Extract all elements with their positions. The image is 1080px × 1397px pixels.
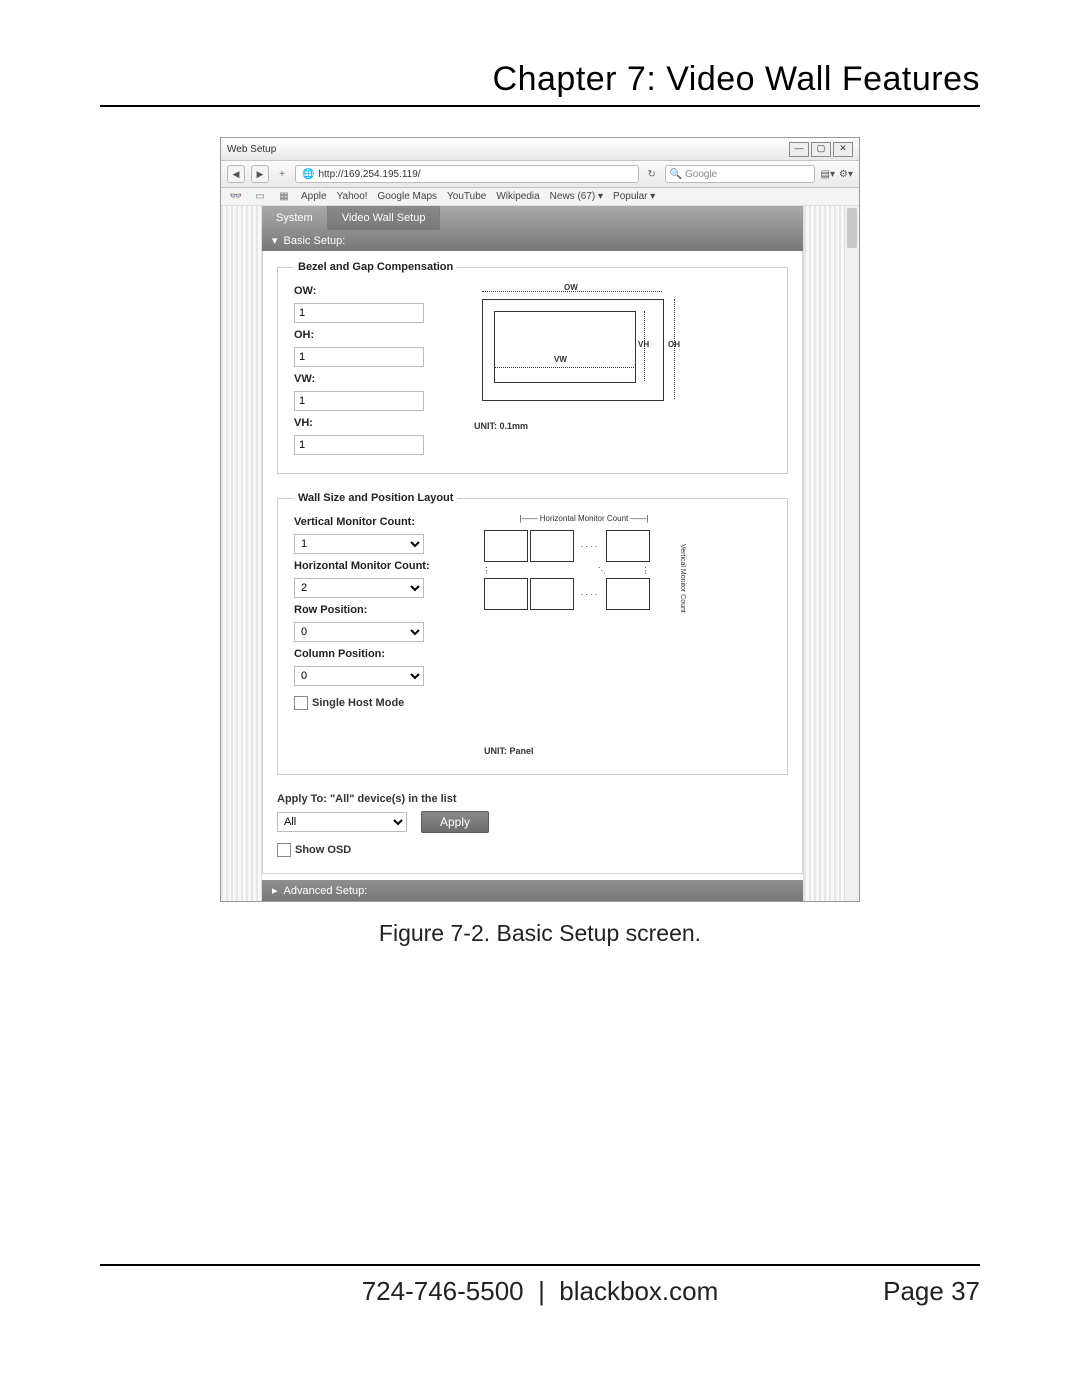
title-rule (100, 105, 980, 107)
bookmark-yahoo[interactable]: Yahoo! (337, 191, 368, 202)
bezel-legend: Bezel and Gap Compensation (294, 261, 457, 273)
back-button[interactable]: ◀ (227, 165, 245, 183)
ow-input[interactable] (294, 303, 424, 323)
d-hcount: Horizontal Monitor Count (540, 514, 628, 523)
bookmark-google-maps[interactable]: Google Maps (378, 191, 437, 202)
wall-diagram: |—— Horizontal Monitor Count ——| ···· ⋮ … (484, 516, 684, 646)
reload-button[interactable]: ↻ (645, 169, 659, 180)
new-tab-button[interactable]: + (275, 169, 289, 180)
bookmark-news[interactable]: News (67) ▾ (550, 191, 603, 202)
advanced-setup-header[interactable]: ▸ Advanced Setup: (262, 880, 803, 901)
vw-label: VW: (294, 373, 444, 385)
panel (530, 530, 574, 562)
dots: ···· (576, 578, 604, 610)
globe-icon: 🌐 (302, 169, 314, 180)
close-button[interactable]: ✕ (833, 142, 853, 157)
d-vw: VW (554, 355, 567, 364)
panel (484, 578, 528, 610)
forward-button[interactable]: ▶ (251, 165, 269, 183)
basic-setup-header[interactable]: ▾ Basic Setup: (262, 230, 803, 251)
oh-input[interactable] (294, 347, 424, 367)
address-bar[interactable]: 🌐 http://169.254.195.119/ (295, 165, 639, 183)
col-label: Column Position: (294, 648, 454, 660)
search-box[interactable]: 🔍 Google (665, 165, 815, 183)
oh-label: OH: (294, 329, 444, 341)
vcount-select[interactable]: 1 (294, 534, 424, 554)
footer-rule (100, 1264, 980, 1266)
ow-label: OW: (294, 285, 444, 297)
bezel-fieldset: Bezel and Gap Compensation OW: OH: VW: (277, 261, 788, 474)
vw-input[interactable] (294, 391, 424, 411)
apply-to-select[interactable]: All (277, 812, 407, 832)
footer-contact: 724-746-5500 | blackbox.com (100, 1276, 980, 1307)
single-host-label: Single Host Mode (312, 697, 404, 709)
show-osd-checkbox[interactable] (277, 843, 291, 857)
bookmark-apple[interactable]: Apple (301, 191, 327, 202)
url-text: http://169.254.195.119/ (318, 169, 420, 180)
scrollbar[interactable] (844, 206, 859, 901)
tab-system[interactable]: System (262, 206, 328, 230)
reader-icon[interactable]: 👓 (229, 191, 243, 202)
window-title: Web Setup (227, 144, 276, 155)
page-menu-icon[interactable]: ▤▾ (821, 169, 835, 180)
scroll-thumb[interactable] (847, 208, 857, 248)
left-gutter (221, 206, 262, 901)
basic-setup-label: Basic Setup: (284, 235, 346, 247)
collapse-icon: ▾ (272, 234, 278, 247)
vh-input[interactable] (294, 435, 424, 455)
advanced-setup-label: Advanced Setup: (284, 885, 368, 897)
show-osd-label: Show OSD (295, 844, 351, 856)
tab-video-wall[interactable]: Video Wall Setup (328, 206, 441, 230)
dots: ···· (576, 530, 604, 562)
row-select[interactable]: 0 (294, 622, 424, 642)
apply-to-label: Apply To: "All" device(s) in the list (277, 793, 788, 805)
search-icon: 🔍 (670, 169, 682, 180)
browser-window: Web Setup — ▢ ✕ ◀ ▶ + 🌐 http://169.254.1… (220, 137, 860, 902)
figure-caption: Figure 7-2. Basic Setup screen. (220, 920, 860, 947)
expand-icon: ▸ (272, 884, 278, 897)
vh-label: VH: (294, 417, 444, 429)
row-label: Row Position: (294, 604, 454, 616)
panel (484, 530, 528, 562)
apply-button[interactable]: Apply (421, 811, 489, 833)
dots: ⋮ ⋱ ⋮ (484, 564, 650, 576)
browser-toolbar: ◀ ▶ + 🌐 http://169.254.195.119/ ↻ 🔍 Goog… (221, 161, 859, 188)
wall-unit: UNIT: Panel (484, 746, 684, 756)
settings-icon[interactable]: ⚙▾ (839, 169, 853, 180)
right-gutter (803, 206, 844, 901)
grid-icon[interactable]: ▦ (277, 191, 291, 202)
bookmark-wikipedia[interactable]: Wikipedia (496, 191, 539, 202)
bookmarks-bar: 👓 ▭ ▦ Apple Yahoo! Google Maps YouTube W… (221, 188, 859, 206)
minimize-button[interactable]: — (789, 142, 809, 157)
panel (606, 530, 650, 562)
bezel-unit: UNIT: 0.1mm (474, 421, 674, 431)
wall-fieldset: Wall Size and Position Layout Vertical M… (277, 492, 788, 775)
window-titlebar: Web Setup — ▢ ✕ (221, 138, 859, 161)
page-tabs: System Video Wall Setup (262, 206, 803, 230)
d-vcount: Vertical Monitor Count (676, 534, 686, 622)
topsites-icon[interactable]: ▭ (253, 191, 267, 202)
panel (606, 578, 650, 610)
panel (530, 578, 574, 610)
wall-legend: Wall Size and Position Layout (294, 492, 457, 504)
bezel-diagram: OW VW VH OH (474, 285, 674, 415)
maximize-button[interactable]: ▢ (811, 142, 831, 157)
single-host-checkbox[interactable] (294, 696, 308, 710)
chapter-title: Chapter 7: Video Wall Features (100, 60, 980, 99)
hcount-label: Horizontal Monitor Count: (294, 560, 454, 572)
vcount-label: Vertical Monitor Count: (294, 516, 454, 528)
bookmark-youtube[interactable]: YouTube (447, 191, 486, 202)
col-select[interactable]: 0 (294, 666, 424, 686)
bookmark-popular[interactable]: Popular ▾ (613, 191, 655, 202)
search-placeholder: Google (685, 169, 717, 180)
hcount-select[interactable]: 2 (294, 578, 424, 598)
